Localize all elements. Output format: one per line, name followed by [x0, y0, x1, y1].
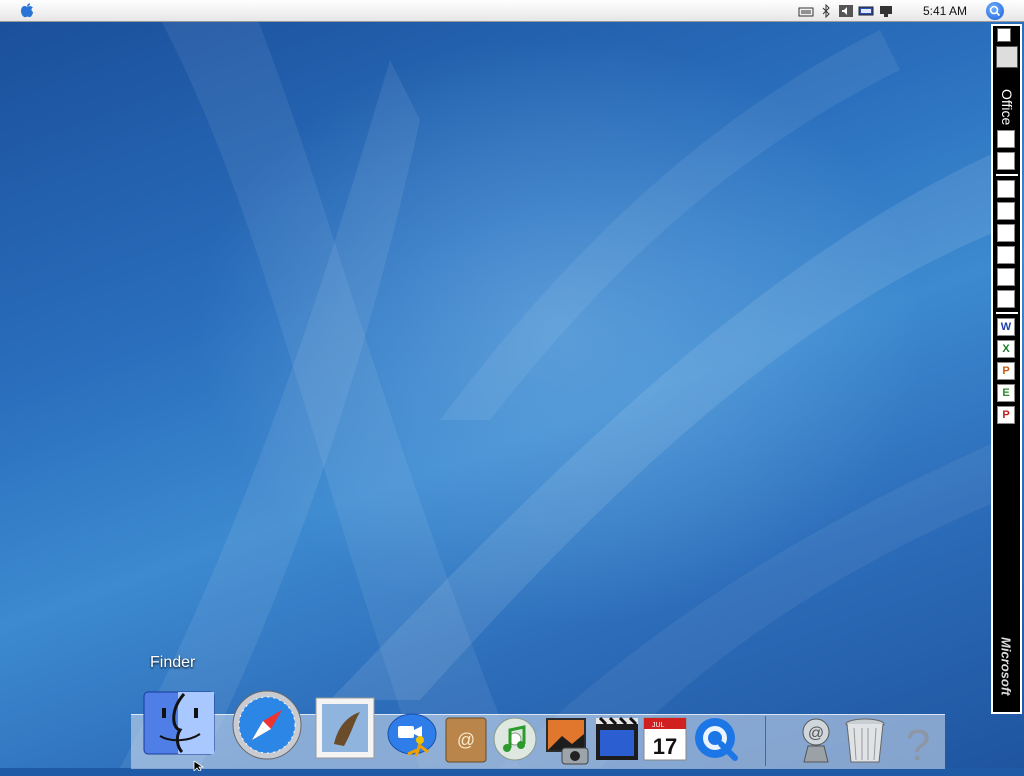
office-toolbar: Office W X P E P Microsoft	[991, 24, 1022, 714]
open-document-icon[interactable]	[997, 152, 1015, 170]
word-icon[interactable]: W	[997, 318, 1015, 336]
svg-text:@: @	[808, 725, 824, 742]
spotlight-icon[interactable]	[986, 2, 1004, 20]
powerpoint-icon[interactable]: P	[997, 362, 1015, 380]
finder-icon[interactable]	[142, 690, 216, 761]
volume-icon[interactable]	[838, 4, 854, 18]
sticky-note-icon[interactable]	[997, 290, 1015, 308]
address-book-icon[interactable]: @	[444, 716, 488, 769]
imovie-icon[interactable]	[594, 716, 640, 769]
iphoto-icon[interactable]	[542, 716, 592, 771]
svg-text:@: @	[457, 730, 475, 750]
mail-app-icon[interactable]	[314, 696, 376, 765]
calendar-icon[interactable]	[997, 202, 1015, 220]
documents-icon[interactable]: @	[794, 716, 838, 771]
office-separator	[996, 174, 1018, 176]
mail-icon[interactable]	[997, 180, 1015, 198]
safari-icon[interactable]	[230, 688, 304, 767]
ical-day-label: 17	[653, 734, 677, 759]
office-toolbar-menu-icon[interactable]	[997, 28, 1011, 42]
dock-separator	[765, 716, 766, 766]
menu-extras	[798, 3, 894, 19]
mouse-cursor-icon	[193, 758, 205, 776]
apple-icon[interactable]	[18, 2, 36, 20]
project-icon[interactable]: P	[997, 406, 1015, 424]
note-icon[interactable]	[997, 268, 1015, 286]
menu-bar: 5:41 AM	[0, 0, 1024, 22]
contact-icon[interactable]	[997, 246, 1015, 264]
help-icon[interactable]: ?	[898, 716, 938, 771]
quicktime-icon[interactable]	[693, 716, 741, 769]
display-icon[interactable]	[878, 4, 894, 18]
battery-icon[interactable]	[858, 4, 874, 18]
new-document-icon[interactable]	[997, 130, 1015, 148]
ical-month-label: JUL	[652, 722, 665, 729]
bluetooth-icon[interactable]	[818, 3, 834, 19]
excel-icon[interactable]: X	[997, 340, 1015, 358]
ical-icon[interactable]: JUL 17	[642, 716, 688, 767]
office-project-gallery-icon[interactable]	[996, 46, 1018, 68]
office-brand: Microsoft	[998, 636, 1014, 696]
help-glyph: ?	[906, 721, 930, 766]
keyboard-icon[interactable]	[798, 4, 814, 18]
dock-item-label: Finder	[150, 654, 196, 671]
desktop-wallpaper	[0, 0, 1024, 768]
office-separator	[996, 312, 1018, 314]
menu-clock[interactable]: 5:41 AM	[923, 4, 967, 18]
itunes-icon[interactable]	[492, 716, 538, 767]
ichat-icon[interactable]	[386, 710, 440, 771]
trash-icon[interactable]	[842, 716, 888, 771]
entourage-icon[interactable]: E	[997, 384, 1015, 402]
task-icon[interactable]	[997, 224, 1015, 242]
